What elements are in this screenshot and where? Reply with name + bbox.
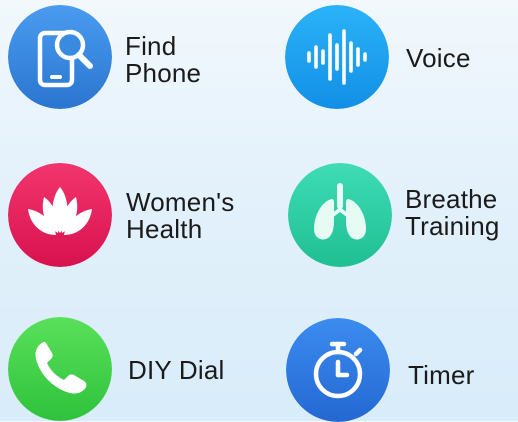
feature-label: Find Phone [125, 31, 202, 88]
voice-wave-icon [285, 5, 389, 109]
feature-label: Timer [408, 360, 475, 390]
feature-label: Women's Health [126, 187, 235, 244]
lungs-icon [288, 163, 392, 267]
phone-icon [8, 317, 112, 421]
lotus-icon [8, 163, 112, 267]
stopwatch-icon [286, 318, 390, 422]
feature-label: Voice [406, 43, 471, 73]
find-phone-icon [8, 5, 112, 109]
feature-label: Breathe Training [405, 184, 500, 241]
feature-label: DIY Dial [128, 355, 225, 385]
